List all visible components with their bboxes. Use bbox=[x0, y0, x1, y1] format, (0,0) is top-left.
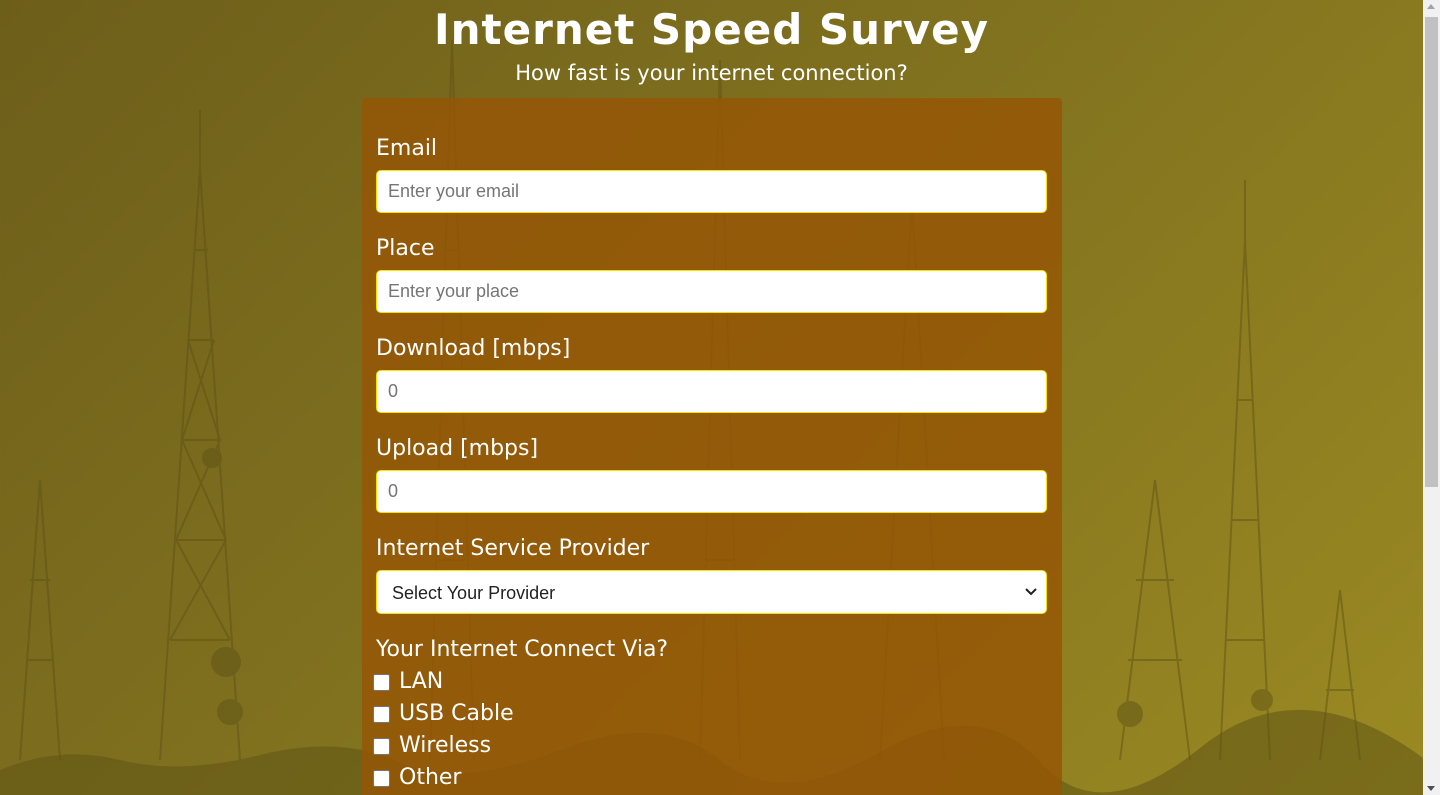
page-subtitle: How fast is your internet connection? bbox=[515, 61, 908, 85]
place-label: Place bbox=[376, 236, 435, 261]
place-input[interactable] bbox=[376, 270, 1047, 313]
wireless-checkbox-label: Wireless bbox=[399, 733, 492, 758]
other-checkbox[interactable] bbox=[373, 770, 390, 787]
survey-page: Internet Speed Survey How fast is your i… bbox=[0, 0, 1423, 795]
download-input[interactable] bbox=[376, 370, 1047, 413]
upload-label: Upload [mbps] bbox=[376, 436, 539, 461]
page-title: Internet Speed Survey bbox=[434, 5, 989, 54]
lan-checkbox-label: LAN bbox=[399, 669, 444, 694]
connection-label: Your Internet Connect Via? bbox=[376, 637, 669, 662]
scroll-up-arrow-icon[interactable] bbox=[1427, 4, 1435, 9]
upload-input[interactable] bbox=[376, 470, 1047, 513]
download-label: Download [mbps] bbox=[376, 336, 571, 361]
usb-cable-checkbox-label: USB Cable bbox=[399, 701, 514, 726]
other-checkbox-label: Other bbox=[399, 765, 462, 790]
email-label: Email bbox=[376, 136, 438, 161]
scroll-down-arrow-icon[interactable] bbox=[1427, 786, 1435, 791]
page-scrollbar[interactable] bbox=[1423, 0, 1440, 795]
usb-cable-checkbox[interactable] bbox=[373, 706, 390, 723]
scrollbar-thumb[interactable] bbox=[1425, 17, 1438, 487]
chevron-down-icon bbox=[1025, 588, 1037, 596]
provider-label: Internet Service Provider bbox=[376, 536, 650, 561]
provider-select[interactable]: Select Your Provider bbox=[376, 570, 1047, 614]
wireless-checkbox[interactable] bbox=[373, 738, 390, 755]
lan-checkbox[interactable] bbox=[373, 674, 390, 691]
provider-select-value: Select Your Provider bbox=[392, 583, 556, 603]
email-input[interactable] bbox=[376, 170, 1047, 213]
